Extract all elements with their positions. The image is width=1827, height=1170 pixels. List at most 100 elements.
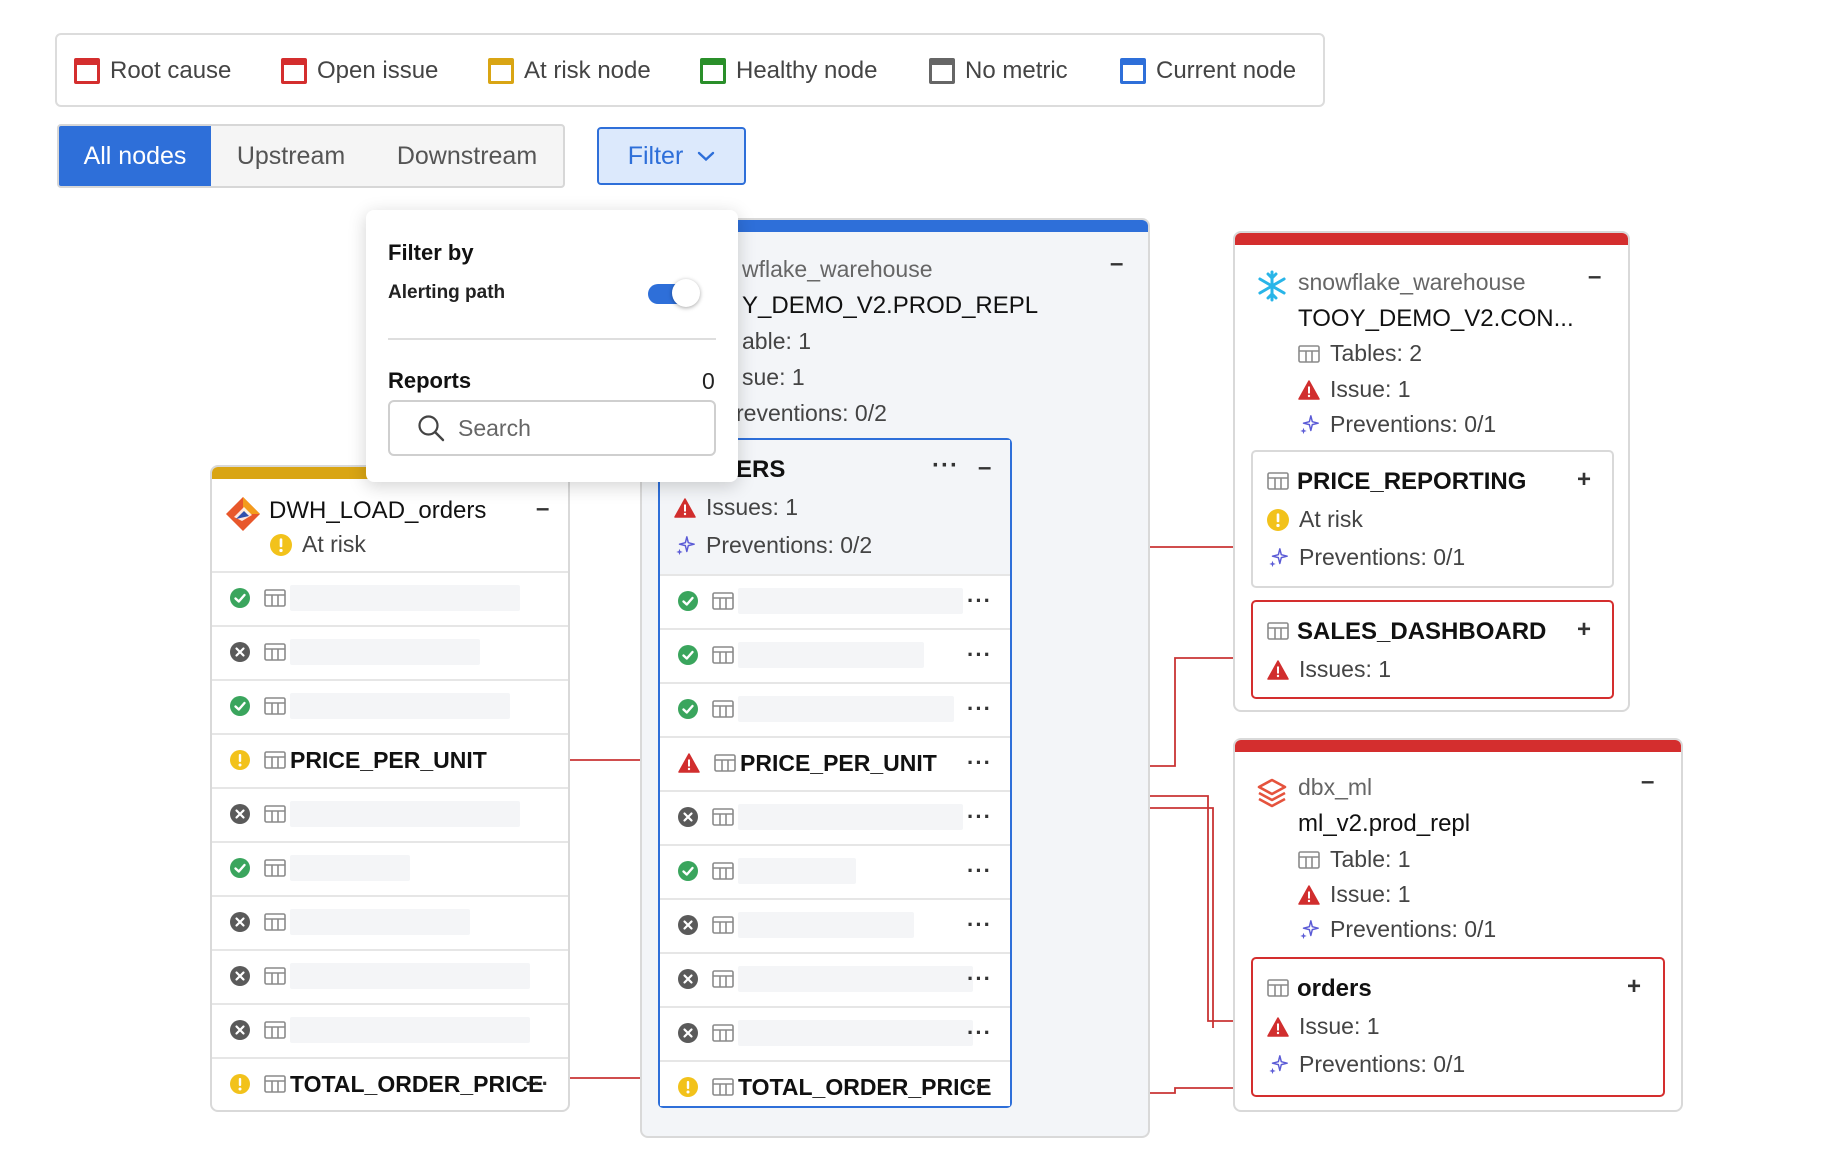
column-row[interactable]: ··· (660, 682, 1010, 734)
databricks-logo-icon (1257, 778, 1287, 808)
expand-button[interactable]: + (1627, 973, 1641, 1001)
column-name: PRICE_PER_UNIT (290, 746, 487, 773)
column-row[interactable]: ··· (660, 898, 1010, 950)
alerting-path-toggle[interactable] (648, 279, 700, 307)
issue-warning-icon (1298, 885, 1320, 905)
more-options-button[interactable]: ··· (525, 1071, 550, 1097)
more-options-button[interactable]: ··· (967, 642, 992, 668)
column-name-placeholder (290, 693, 510, 719)
column-name-placeholder (738, 642, 924, 668)
column-icon (712, 970, 734, 988)
column-icon (264, 697, 286, 715)
issue-warning-icon (1267, 660, 1289, 680)
table-preventions: Preventions: 0/1 (1299, 544, 1466, 570)
search-input[interactable]: Search (388, 400, 716, 456)
table-issues: Issues: 1 (706, 494, 799, 520)
check-circle-icon (230, 696, 250, 716)
column-row[interactable] (212, 679, 568, 731)
column-row[interactable] (212, 895, 568, 947)
reports-label: Reports (388, 368, 472, 393)
check-circle-icon (678, 699, 698, 719)
issue-warning-icon (1267, 1017, 1289, 1037)
more-options-button[interactable]: ··· (967, 1020, 992, 1046)
sparkle-icon (1267, 547, 1289, 569)
collapse-button[interactable]: – (536, 495, 549, 523)
column-row[interactable]: PRICE_PER_UNIT ··· (660, 736, 1010, 788)
column-row[interactable] (212, 571, 568, 623)
expand-button[interactable]: + (1577, 466, 1591, 494)
column-icon (712, 916, 734, 934)
column-name-placeholder (290, 1017, 530, 1043)
snowflake-warehouse-node[interactable]: snowflake_warehouse – TOOY_DEMO_V2.CON..… (1233, 231, 1630, 712)
center-table-node[interactable]: ERS ··· – Issues: 1 Preventions: 0/2 ···… (658, 438, 1012, 1108)
column-name-placeholder (290, 963, 530, 989)
orders-table-node[interactable]: orders + Issue: 1 Preventions: 0/1 (1251, 957, 1665, 1097)
no-metric-icon (678, 1023, 698, 1043)
table-icon (1267, 979, 1289, 997)
column-row[interactable]: ··· (660, 844, 1010, 896)
check-circle-icon (230, 858, 250, 878)
collapse-button[interactable]: – (1588, 263, 1601, 291)
node-preventions: reventions: 0/2 (736, 400, 887, 426)
more-options-button[interactable]: ··· (967, 1074, 992, 1100)
table-icon (1267, 472, 1289, 490)
expand-button[interactable]: + (1577, 616, 1591, 644)
node-source: dbx_ml (1298, 774, 1373, 800)
more-options-button[interactable]: ··· (967, 966, 992, 992)
column-row[interactable]: ··· (660, 952, 1010, 1004)
column-row[interactable] (212, 787, 568, 839)
column-row[interactable]: ··· (660, 790, 1010, 842)
column-row[interactable]: ··· (660, 1006, 1010, 1058)
no-metric-icon (230, 804, 250, 824)
table-issue: Issue: 1 (1299, 1013, 1380, 1039)
table-issues: Issues: 1 (1299, 656, 1392, 682)
more-options-button[interactable]: ··· (967, 750, 992, 776)
column-row[interactable] (212, 625, 568, 677)
sparkle-icon (1298, 919, 1320, 941)
price-reporting-node[interactable]: PRICE_REPORTING + At risk Preventions: 0… (1251, 450, 1614, 588)
node-issue: Issue: 1 (1330, 376, 1411, 402)
node-db: ml_v2.prod_repl (1298, 810, 1471, 837)
more-options-button[interactable]: ··· (967, 804, 992, 830)
column-row[interactable]: ··· (660, 574, 1010, 626)
search-icon (418, 415, 445, 442)
column-row[interactable] (212, 949, 568, 1001)
reports-count: 0 (702, 368, 715, 394)
column-row[interactable]: TOTAL_ORDER_PRICE ··· (212, 1057, 568, 1109)
column-icon (712, 700, 734, 718)
column-name-placeholder (290, 639, 480, 665)
more-options-button[interactable]: ··· (967, 588, 992, 614)
sales-dashboard-node[interactable]: SALES_DASHBOARD + Issues: 1 (1251, 600, 1614, 699)
dwh-load-orders-node[interactable]: DWH_LOAD_orders – At risk PRICE_PER_UNIT… (210, 465, 570, 1112)
more-options-button[interactable]: ··· (967, 696, 992, 722)
column-icon (264, 589, 286, 607)
column-row[interactable]: TOTAL_ORDER_PRICE ··· (660, 1060, 1010, 1112)
node-source: snowflake_warehouse (1298, 269, 1526, 295)
column-name-placeholder (290, 909, 470, 935)
popover-title: Filter by (388, 240, 474, 265)
dbx-ml-node[interactable]: dbx_ml – ml_v2.prod_repl Table: 1 Issue:… (1233, 738, 1683, 1112)
node-source: wflake_warehouse (742, 256, 933, 282)
no-metric-icon (230, 966, 250, 986)
table-icon (1298, 345, 1320, 363)
column-row[interactable]: ··· (660, 628, 1010, 680)
more-options-button[interactable]: ··· (967, 912, 992, 938)
column-name-placeholder (290, 801, 520, 827)
column-name-placeholder (738, 858, 856, 884)
column-name: TOTAL_ORDER_PRICE (290, 1070, 544, 1097)
column-row[interactable] (212, 841, 568, 893)
more-options-button[interactable]: ··· (967, 858, 992, 884)
node-tables: Tables: 2 (1330, 340, 1423, 366)
sparkle-icon (674, 535, 696, 557)
more-options-button[interactable]: ··· (932, 452, 959, 480)
collapse-button[interactable]: – (1110, 250, 1123, 278)
column-row[interactable]: PRICE_PER_UNIT (212, 733, 568, 785)
column-name-placeholder (738, 912, 914, 938)
collapse-button[interactable]: – (1641, 768, 1654, 796)
no-metric-icon (678, 915, 698, 935)
check-circle-icon (230, 588, 250, 608)
filter-popover: Filter by Alerting path Reports 0 Search (366, 210, 738, 482)
collapse-button[interactable]: – (978, 454, 991, 482)
column-icon (264, 751, 286, 769)
column-row[interactable] (212, 1003, 568, 1055)
